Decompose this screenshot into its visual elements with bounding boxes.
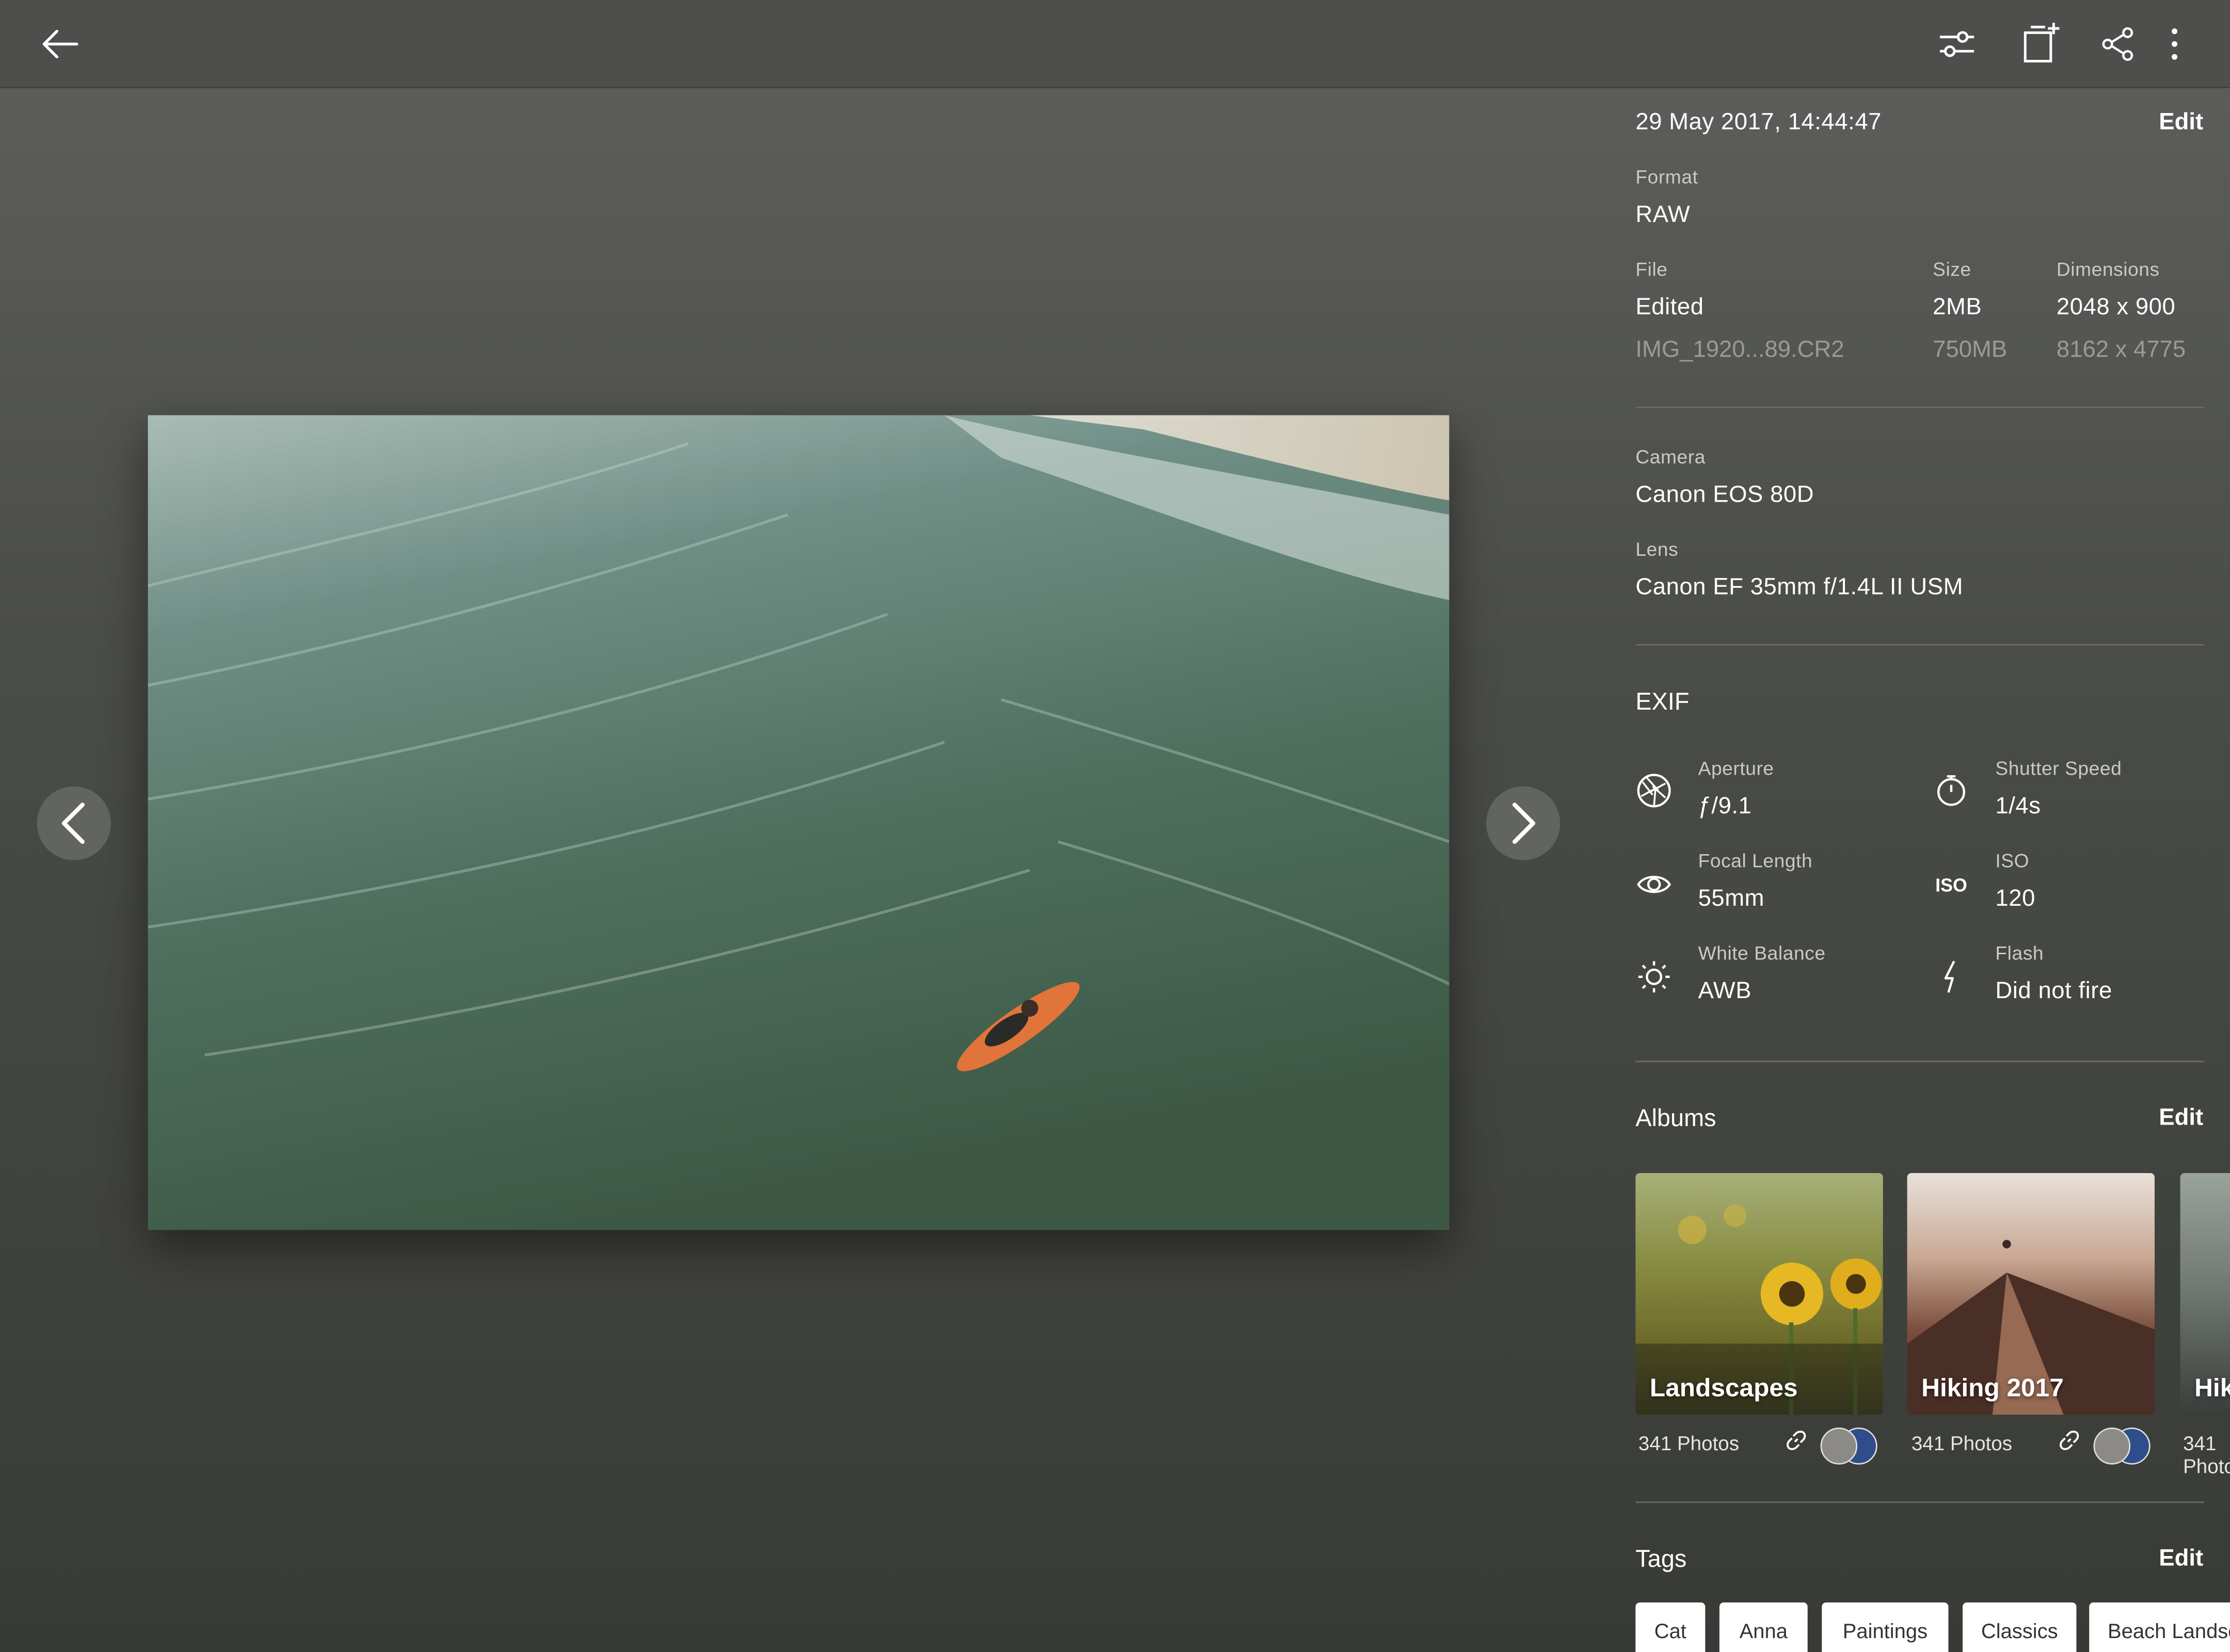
file-edited: Edited (1635, 294, 1704, 320)
aperture-label: Aperture (1698, 758, 1774, 779)
album-card[interactable]: Landscapes (1635, 1173, 1883, 1415)
albums-title: Albums (1635, 1104, 1716, 1132)
photo-viewer-screen: Date 29 May 2017, 14:44:47 Edit Format R… (0, 0, 2230, 1652)
divider (1635, 406, 2205, 408)
share-icon (2102, 27, 2133, 61)
divider (1635, 1061, 2205, 1063)
size-label: Size (1933, 259, 1971, 280)
add-to-album-button[interactable] (2011, 14, 2068, 71)
album-name: Hiking (2194, 1373, 2230, 1402)
link-icon (2057, 1428, 2082, 1453)
album-name: Hiking 2017 (1921, 1373, 2064, 1402)
dimensions-edited: 2048 x 900 (2056, 294, 2176, 320)
flash-value: Did not fire (1995, 978, 2112, 1004)
avatar (1820, 1428, 1858, 1465)
tags-title: Tags (1635, 1545, 1687, 1573)
sun-icon (1635, 958, 1672, 996)
edit-tags-button[interactable]: Edit (2159, 1546, 2203, 1573)
avatar (2093, 1428, 2131, 1465)
white-balance-value: AWB (1698, 978, 1752, 1004)
camera-label: Camera (1635, 446, 1706, 468)
back-button[interactable] (31, 15, 88, 72)
divider (1635, 1501, 2205, 1503)
iso-label: ISO (1995, 850, 2030, 872)
album-name: Landscapes (1649, 1373, 1798, 1402)
format-value: RAW (1635, 202, 1691, 228)
eye-icon (1635, 866, 1672, 903)
previous-photo-button[interactable] (37, 786, 111, 860)
ocean-surfer-photo (148, 415, 1450, 1230)
tag-chip[interactable]: Anna (1719, 1602, 1808, 1652)
link-icon (1783, 1428, 1809, 1453)
add-to-album-icon (2024, 23, 2060, 62)
album-photo-count: 341 Photos (1638, 1432, 1740, 1455)
top-toolbar (0, 0, 2230, 88)
edit-date-button[interactable]: Edit (2159, 109, 2203, 136)
album-card[interactable]: Hiking (2180, 1173, 2230, 1415)
sliders-icon (1939, 31, 1974, 57)
chevron-left-icon (61, 803, 85, 844)
size-original: 750MB (1933, 336, 2008, 363)
file-label: File (1635, 259, 1668, 280)
main-photo[interactable] (148, 415, 1450, 1230)
white-balance-label: White Balance (1698, 942, 1826, 964)
aperture-icon (1635, 772, 1672, 809)
dimensions-original: 8162 x 4775 (2056, 336, 2186, 363)
camera-value: Canon EOS 80D (1635, 482, 1814, 508)
file-original: IMG_1920...89.CR2 (1635, 336, 1844, 363)
info-panel: Date 29 May 2017, 14:44:47 Edit Format R… (1607, 87, 2230, 1652)
iso-icon: ISO (1935, 874, 1967, 895)
shared-users (2093, 1428, 2156, 1465)
lens-value: Canon EF 35mm f/1.4L II USM (1635, 574, 1964, 600)
flash-icon (1933, 958, 1970, 996)
divider (1635, 644, 2205, 646)
share-button[interactable] (2089, 15, 2146, 72)
next-photo-button[interactable] (1486, 786, 1560, 860)
exif-title: EXIF (1635, 688, 1690, 715)
album-photo-count: 341 Photos (1911, 1432, 2013, 1455)
aperture-value: ƒ/9.1 (1698, 793, 1752, 819)
shutter-speed-label: Shutter Speed (1995, 758, 2122, 779)
tag-chip[interactable]: Beach Landscapes (2089, 1602, 2230, 1652)
arrow-left-icon (42, 29, 78, 58)
flash-label: Flash (1995, 942, 2044, 964)
chevron-right-icon (1512, 803, 1536, 844)
more-button[interactable] (2146, 15, 2203, 72)
date-value: 29 May 2017, 14:44:47 (1635, 109, 1882, 135)
lens-label: Lens (1635, 539, 1679, 560)
focal-length-label: Focal Length (1698, 850, 1813, 872)
more-vertical-icon (2172, 28, 2178, 60)
iso-value: 120 (1995, 886, 2035, 912)
tag-chip[interactable]: Paintings (1822, 1602, 1949, 1652)
format-label: Format (1635, 166, 1698, 188)
stopwatch-icon (1933, 772, 1970, 809)
album-photo-count: 341 Photos (2183, 1432, 2230, 1478)
shutter-speed-value: 1/4s (1995, 793, 2041, 819)
album-card[interactable]: Hiking 2017 (1907, 1173, 2155, 1415)
tag-chip[interactable]: Classics (1963, 1602, 2077, 1652)
size-edited: 2MB (1933, 294, 1982, 320)
focal-length-value: 55mm (1698, 886, 1765, 912)
edit-albums-button[interactable]: Edit (2159, 1105, 2203, 1132)
adjust-button[interactable] (1929, 15, 1985, 72)
dimensions-label: Dimensions (2056, 259, 2160, 280)
shared-users (1820, 1428, 1883, 1465)
tag-chip[interactable]: Cat (1635, 1602, 1706, 1652)
